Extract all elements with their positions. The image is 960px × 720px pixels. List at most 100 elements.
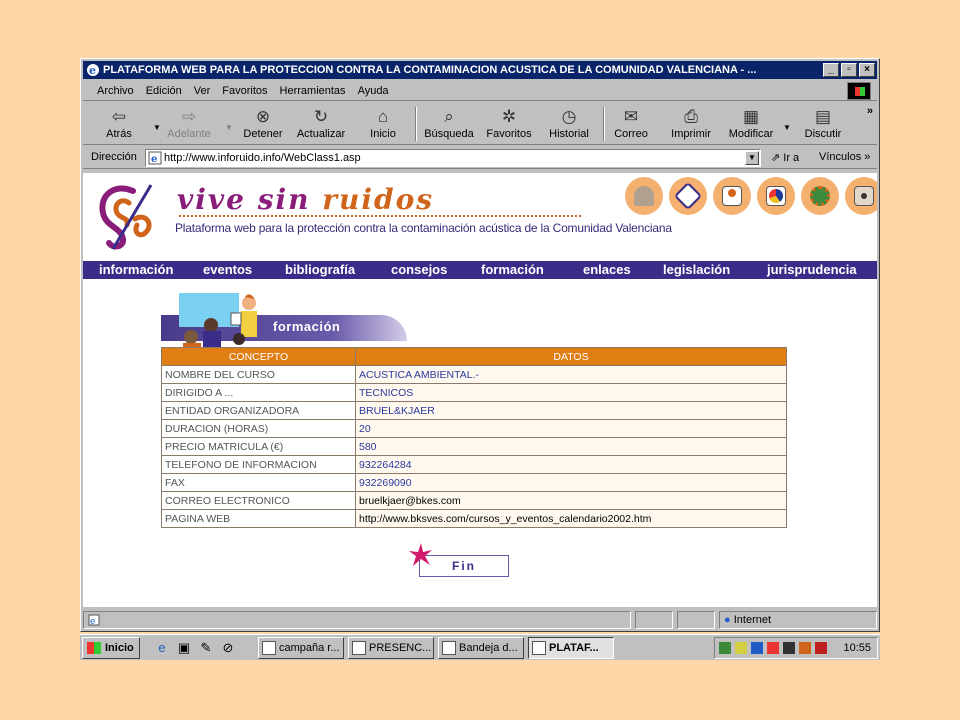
discuss-button[interactable]: ▤ Discutir	[795, 105, 851, 143]
minimize-button[interactable]: _	[823, 63, 839, 77]
row-key: ENTIDAD ORGANIZADORA	[161, 401, 356, 420]
task-campana[interactable]: campaña r...	[258, 637, 344, 659]
address-bar: Dirección e http://www.inforuido.info/We…	[83, 147, 877, 169]
pie-chart-icon[interactable]	[757, 177, 795, 215]
address-dropdown-icon[interactable]: ▼	[745, 151, 759, 165]
close-button[interactable]: ×	[859, 63, 875, 77]
church-icon[interactable]	[625, 177, 663, 215]
toolbar-separator	[415, 107, 417, 141]
star-icon	[409, 543, 432, 566]
home-button[interactable]: ⌂ Inicio	[355, 105, 411, 143]
task-plataf[interactable]: PLATAF...	[528, 637, 614, 659]
status-zone: ● Internet	[719, 611, 877, 629]
links-button[interactable]: Vínculos »	[819, 151, 870, 163]
taskbar: Inicio e ▣ ✎ ⊘ campaña r... PRESENC... B…	[80, 634, 880, 660]
row-key: FAX	[161, 473, 356, 492]
address-label: Dirección	[91, 151, 137, 163]
tray-antivirus-icon[interactable]	[767, 642, 779, 654]
history-button[interactable]: ◷ Historial	[541, 105, 597, 143]
forward-dropdown-icon[interactable]: ▼	[225, 123, 233, 132]
maximize-button[interactable]: ▫	[841, 63, 857, 77]
row-key: PRECIO MATRICULA (€)	[161, 437, 356, 456]
title-bar: e PLATAFORMA WEB PARA LA PROTECCION CONT…	[83, 61, 877, 79]
tray-misc-icon[interactable]	[783, 642, 795, 654]
desktop-quicklaunch-icon[interactable]: ▣	[176, 640, 192, 656]
menu-archivo[interactable]: Archivo	[97, 85, 134, 97]
ear-logo-icon	[99, 184, 153, 250]
nav-jurisprudencia[interactable]: jurisprudencia	[767, 262, 857, 277]
task-bandeja[interactable]: Bandeja d...	[438, 637, 524, 659]
nav-legislacion[interactable]: legislación	[663, 262, 730, 277]
start-button[interactable]: Inicio	[82, 637, 140, 659]
forward-arrow-icon: ⇨	[181, 107, 197, 126]
header-icon-row	[625, 177, 877, 215]
menu-ver[interactable]: Ver	[194, 85, 211, 97]
ie-icon	[532, 641, 546, 655]
tray-app-icon[interactable]	[751, 642, 763, 654]
home-label: Inicio	[370, 128, 396, 140]
tray-misc-icon[interactable]	[799, 642, 811, 654]
stop-icon: ⊗	[255, 107, 271, 126]
tray-misc-icon[interactable]	[815, 642, 827, 654]
print-button[interactable]: ⎙ Imprimir	[663, 105, 719, 143]
nav-bibliografia[interactable]: bibliografía	[285, 262, 355, 277]
back-button[interactable]: ⇦ Atrás	[91, 105, 147, 143]
print-label: Imprimir	[671, 128, 711, 140]
inbox-icon	[442, 641, 456, 655]
task-label: campaña r...	[279, 642, 340, 654]
tray-network-icon[interactable]	[719, 642, 731, 654]
browser-window: e PLATAFORMA WEB PARA LA PROTECCION CONT…	[80, 58, 880, 632]
edit-dropdown-icon[interactable]: ▼	[783, 123, 791, 132]
table-row: FAX 932269090	[161, 473, 787, 492]
go-label: Ir a	[783, 152, 800, 164]
stop-button[interactable]: ⊗ Detener	[235, 105, 291, 143]
menu-favoritos[interactable]: Favoritos	[222, 85, 267, 97]
search-button[interactable]: ⌕ Búsqueda	[421, 105, 477, 143]
menu-ayuda[interactable]: Ayuda	[358, 85, 389, 97]
edit-button[interactable]: ▦ Modificar	[723, 105, 779, 143]
history-label: Historial	[549, 128, 589, 140]
nav-formacion[interactable]: formación	[481, 262, 544, 277]
table-header-row: CONCEPTO DATOS	[161, 347, 787, 366]
nav-eventos[interactable]: eventos	[203, 262, 252, 277]
forward-button[interactable]: ⇨ Adelante	[161, 105, 217, 143]
row-key: CORREO ELECTRONICO	[161, 491, 356, 510]
address-input[interactable]: e http://www.inforuido.info/WebClass1.as…	[145, 149, 761, 167]
zone-label: Internet	[733, 614, 772, 626]
task-presenc[interactable]: PRESENC...	[348, 637, 434, 659]
outlook-quicklaunch-icon[interactable]: ✎	[198, 640, 214, 656]
mail-button[interactable]: ✉ Correo	[603, 105, 659, 143]
email-link[interactable]: bruelkjaer@bkes.com	[355, 491, 787, 510]
nav-informacion[interactable]: información	[99, 262, 173, 277]
refresh-label: Actualizar	[296, 128, 346, 140]
ppt-icon	[352, 641, 366, 655]
search-icon: ⌕	[444, 107, 454, 126]
speaker-icon[interactable]	[845, 177, 877, 215]
refresh-button[interactable]: ↻ Actualizar	[293, 105, 349, 143]
favorites-button[interactable]: ✲ Favoritos	[481, 105, 537, 143]
row-value: ACUSTICA AMBIENTAL.-	[355, 365, 787, 384]
row-value: 20	[355, 419, 787, 438]
row-key: PAGINA WEB	[161, 509, 356, 528]
nav-consejos[interactable]: consejos	[391, 262, 447, 277]
menu-herramientas[interactable]: Herramientas	[280, 85, 346, 97]
ie-quicklaunch-icon[interactable]: e	[154, 640, 170, 656]
tray-volume-icon[interactable]	[735, 642, 747, 654]
person-icon[interactable]	[713, 177, 751, 215]
menu-edicion[interactable]: Edición	[146, 85, 182, 97]
website-link[interactable]: http://www.bksves.com/cursos_y_eventos_c…	[355, 509, 787, 528]
go-button[interactable]: ⇗ Ir a	[771, 151, 799, 164]
svg-text:e: e	[89, 64, 96, 77]
nav-enlaces[interactable]: enlaces	[583, 262, 631, 277]
toolbar-more-chevron[interactable]: »	[867, 105, 873, 117]
fin-button[interactable]: Fin	[409, 543, 509, 579]
back-dropdown-icon[interactable]: ▼	[153, 123, 161, 132]
site-title-ruidos: ruidos	[322, 183, 435, 216]
column-header-datos: DATOS	[355, 347, 787, 366]
table-row: DURACION (HORAS) 20	[161, 419, 787, 438]
section-header: formación	[161, 289, 411, 353]
envelope-icon[interactable]	[669, 177, 707, 215]
channels-quicklaunch-icon[interactable]: ⊘	[220, 640, 236, 656]
gear-icon[interactable]	[801, 177, 839, 215]
row-value: TECNICOS	[355, 383, 787, 402]
